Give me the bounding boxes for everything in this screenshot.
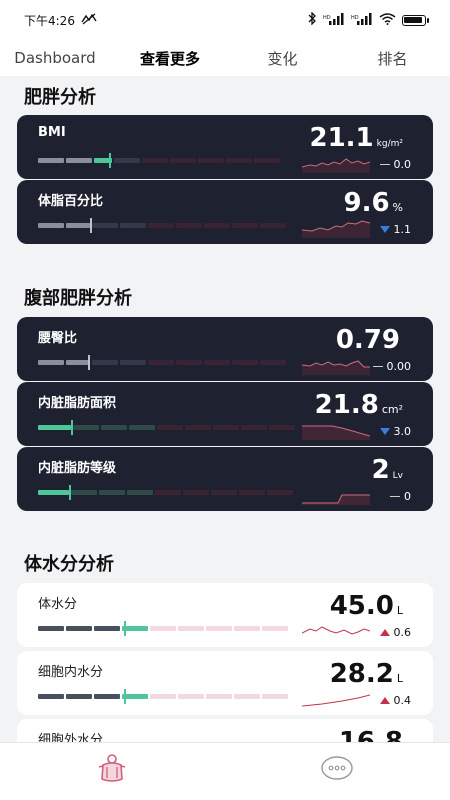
trend-sparkline bbox=[302, 494, 370, 505]
arrow-down-icon bbox=[379, 226, 390, 233]
delta-indicator: 0.6 bbox=[379, 626, 411, 639]
more-icon[interactable] bbox=[320, 753, 354, 783]
metric-card-visceral-area[interactable]: 内脏脂肪面积 21.8 cm² 3.0 bbox=[17, 382, 433, 446]
trend-sparkline bbox=[302, 694, 370, 707]
arrow-down-icon bbox=[379, 428, 390, 435]
metric-card-extracellular-water[interactable]: 细胞外水分 16.8 bbox=[17, 719, 433, 742]
status-bar: 下午4:26 HD HD bbox=[0, 0, 450, 40]
svg-text:HD: HD bbox=[323, 15, 331, 21]
metric-value: 21.1 kg/m² bbox=[309, 123, 404, 153]
top-tabs: Dashboard 查看更多 变化 排名 bbox=[0, 40, 450, 76]
metric-label: 内脏脂肪面积 bbox=[38, 396, 117, 411]
metric-card-waist-hip[interactable]: 腰臀比 0.79 0.00 bbox=[17, 317, 433, 381]
delta-indicator: 0.4 bbox=[379, 694, 411, 707]
range-bar bbox=[38, 153, 282, 168]
body-composition-icon[interactable] bbox=[95, 753, 129, 783]
bluetooth-icon bbox=[308, 11, 317, 28]
range-bar bbox=[38, 621, 290, 636]
metric-label: 细胞外水分 bbox=[38, 733, 104, 742]
delta-indicator: 0.00 bbox=[372, 360, 411, 373]
section-title-abdominal: 腹部肥胖分析 bbox=[24, 288, 132, 309]
delta-indicator: 3.0 bbox=[379, 425, 411, 438]
tab-dashboard[interactable]: Dashboard bbox=[0, 49, 110, 67]
wifi-icon bbox=[379, 12, 396, 28]
trend-sparkline bbox=[302, 425, 370, 440]
tab-ranking[interactable]: 排名 bbox=[335, 48, 450, 69]
metric-value: 45.0 L bbox=[329, 591, 403, 621]
delta-indicator: 1.1 bbox=[379, 223, 411, 236]
metric-value: 9.6% bbox=[343, 188, 403, 218]
metric-value: 21.8 cm² bbox=[314, 390, 403, 420]
range-bar bbox=[38, 218, 288, 233]
range-bar bbox=[38, 485, 295, 500]
svg-text:HD: HD bbox=[351, 15, 359, 21]
metric-value: 2 Lv bbox=[371, 455, 403, 485]
trend-sparkline bbox=[302, 158, 370, 173]
metric-label: 腰臀比 bbox=[38, 331, 78, 346]
status-time: 下午4:26 bbox=[24, 13, 75, 28]
tab-changes[interactable]: 变化 bbox=[230, 48, 335, 69]
metric-card-body-fat[interactable]: 体脂百分比 9.6% 1.1 bbox=[17, 180, 433, 244]
metric-card-intracellular-water[interactable]: 细胞内水分 28.2 L 0.4 bbox=[17, 651, 433, 715]
metric-label: BMI bbox=[38, 125, 66, 140]
range-bar bbox=[38, 689, 290, 704]
range-bar bbox=[38, 420, 297, 435]
metric-value: 28.2 L bbox=[329, 659, 403, 689]
metric-label: 细胞内水分 bbox=[38, 665, 104, 680]
content-scroll[interactable]: 肥胖分析 BMI 21.1 kg/m² 0.0 体脂百分比 9.6% 1.1 腹部… bbox=[0, 76, 450, 742]
flat-icon bbox=[379, 163, 390, 166]
delta-indicator: 0 bbox=[390, 490, 411, 503]
trend-sparkline bbox=[302, 626, 370, 635]
metric-card-visceral-level[interactable]: 内脏脂肪等级 2 Lv 0 bbox=[17, 447, 433, 511]
range-bar bbox=[38, 355, 288, 370]
bottom-nav bbox=[0, 742, 450, 800]
metric-label: 体脂百分比 bbox=[38, 194, 104, 209]
flat-icon bbox=[372, 365, 383, 368]
signal-icon-2: HD bbox=[351, 12, 373, 28]
battery-icon bbox=[402, 14, 429, 26]
arrow-up-icon bbox=[379, 629, 390, 636]
delta-indicator: 0.0 bbox=[379, 158, 411, 171]
trend-sparkline bbox=[302, 220, 370, 238]
signal-icon-1: HD bbox=[323, 12, 345, 28]
metric-card-body-water[interactable]: 体水分 45.0 L 0.6 bbox=[17, 583, 433, 647]
tab-more[interactable]: 查看更多 bbox=[110, 48, 230, 69]
section-title-water: 体水分分析 bbox=[24, 554, 114, 575]
metric-label: 体水分 bbox=[38, 597, 78, 612]
metric-value: 16.8 bbox=[338, 727, 403, 742]
metric-value: 0.79 bbox=[335, 325, 400, 355]
arrow-up-icon bbox=[379, 697, 390, 704]
metric-label: 内脏脂肪等级 bbox=[38, 461, 117, 476]
flat-icon bbox=[390, 495, 400, 498]
section-title-obesity: 肥胖分析 bbox=[24, 87, 96, 108]
trend-sparkline bbox=[302, 360, 370, 375]
notification-icon bbox=[81, 13, 97, 28]
metric-card-bmi[interactable]: BMI 21.1 kg/m² 0.0 bbox=[17, 115, 433, 179]
